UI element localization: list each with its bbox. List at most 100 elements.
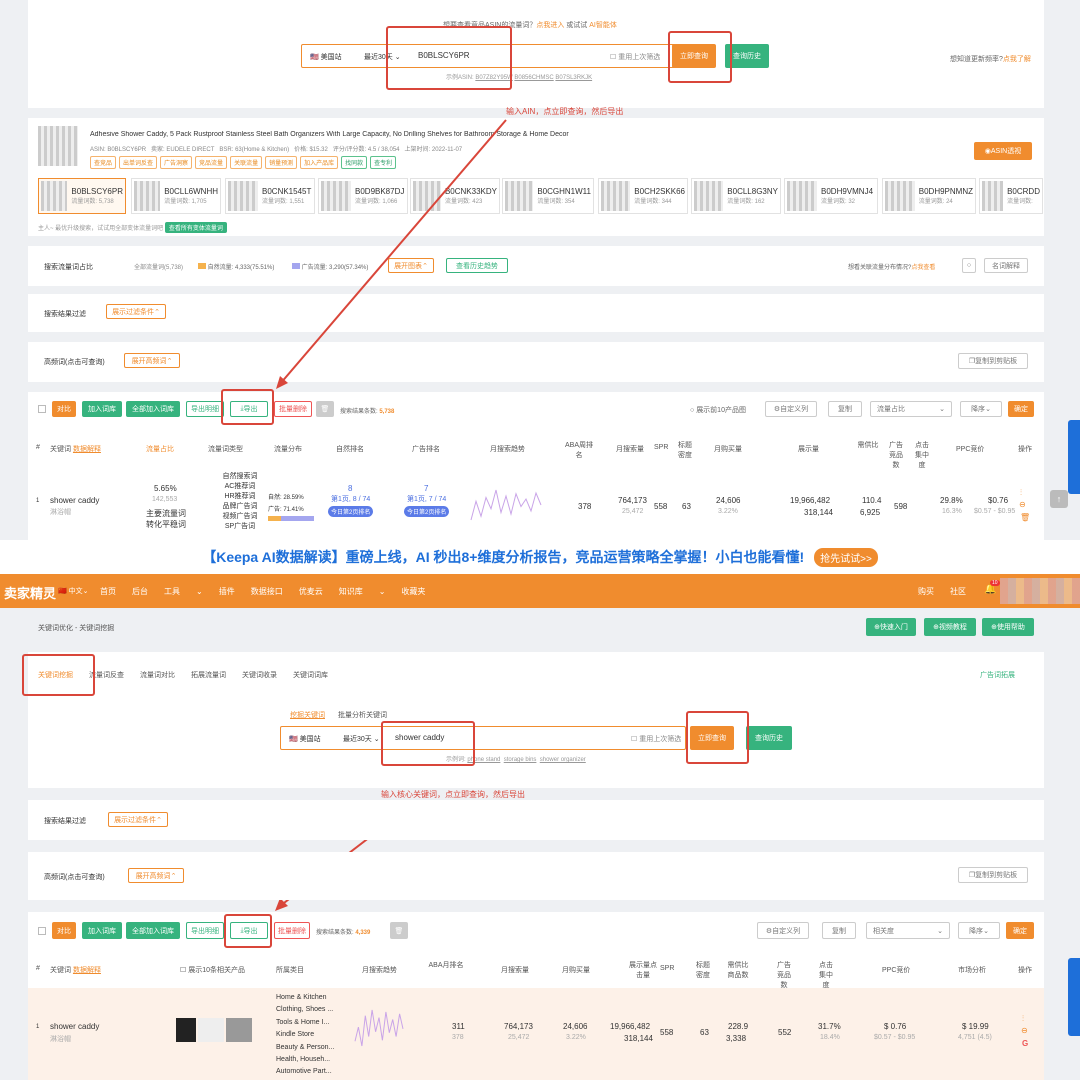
nav-item[interactable]: 插件	[219, 587, 235, 596]
trash-icon[interactable]: 🗑	[390, 922, 408, 939]
add-all-button[interactable]: 全部加入词库	[126, 922, 180, 939]
col-header: #	[36, 965, 40, 972]
copy-clipboard-button[interactable]: ❐ 复制到剪贴板	[958, 867, 1028, 883]
highlight-box	[686, 711, 749, 764]
quick-start-button[interactable]: ⊕ 快速入门	[866, 618, 916, 636]
back-to-top-icon[interactable]: ↑	[1050, 490, 1068, 508]
compare-button[interactable]: 对比	[52, 922, 76, 939]
example-link[interactable]: shower organizer	[540, 757, 586, 763]
nav-item[interactable]: 收藏夹	[401, 587, 425, 596]
banner-text: 【Keepa AI数据解读】重磅上线，AI 秒出8+维度分析报告，竞品运营策略全…	[202, 549, 805, 565]
nav-item[interactable]: 优麦云	[299, 587, 323, 596]
supply-ratio: 228.9	[728, 1022, 749, 1031]
result-table-2: 对比 加入词库 全部加入词库 导出明细 ⤓ 导出 批量删除 搜索结果条数: 4,…	[28, 912, 1044, 1080]
monthly-buy-sub: 3.22%	[566, 1034, 586, 1041]
highlight-box	[381, 721, 475, 766]
col-header: 关键词 数据解释	[50, 967, 101, 974]
title-density: 63	[700, 1028, 709, 1037]
side-chat-widget[interactable]	[1068, 420, 1080, 494]
col-header[interactable]: ☐ 展示10条相关产品	[180, 965, 245, 975]
nav-item[interactable]: 首页	[100, 587, 116, 596]
lang-select[interactable]: 🇨🇳 中文⌄	[58, 586, 89, 596]
select-all-checkbox[interactable]	[38, 927, 46, 935]
google-icon[interactable]: G	[1022, 1039, 1028, 1048]
result-count: 搜索结果条数: 4,339	[316, 930, 371, 936]
side-chat-widget[interactable]	[1068, 958, 1080, 1036]
annotation-text: 输入核心关键词，点立即查询，然后导出	[381, 790, 525, 799]
highlight-box	[224, 914, 272, 948]
notification-badge: 10	[990, 580, 1000, 586]
reuse-filter-checkbox[interactable]: ☐ 重用上次筛选	[631, 734, 681, 744]
market-price: $ 19.99	[962, 1022, 989, 1031]
period-select[interactable]: 最近30天 ⌄	[343, 734, 380, 744]
expand-freq-button[interactable]: 展开高频词 ⌃	[128, 868, 184, 883]
user-avatar[interactable]	[1000, 578, 1080, 604]
freq-card-2: 高频词(点击可查询) 展开高频词 ⌃ ❐ 复制到剪贴板	[28, 852, 1044, 900]
col-header: 展示量点击量	[629, 962, 657, 979]
nav-item[interactable]: 数据接口	[251, 587, 283, 596]
impressions: 19,966,482	[610, 1022, 651, 1031]
logo[interactable]: 卖家精灵	[4, 583, 56, 602]
video-tutorial-button[interactable]: ⊕ 视频教程	[924, 618, 976, 636]
tab[interactable]: 关键词词库	[293, 672, 328, 679]
ad-competitors: 552	[778, 1028, 792, 1037]
show-filter-button[interactable]: 展示过滤条件 ⌃	[108, 812, 168, 827]
col-header: 广告竞品数	[777, 962, 791, 989]
aba-rank-sub: 378	[452, 1034, 464, 1041]
add-wordbank-button[interactable]: 加入词库	[82, 922, 122, 939]
export-detail-button[interactable]: 导出明细	[186, 922, 224, 939]
custom-column-button[interactable]: ⚙ 自定义列	[757, 922, 809, 939]
chart-icon[interactable]: ⫶	[1022, 1014, 1024, 1024]
highlight-box	[22, 654, 95, 696]
col-header: 月购买量	[562, 967, 590, 974]
category-list: Home & Kitchen Clothing, Shoes ... Tools &…	[276, 994, 335, 1076]
keyword-search-bar: 🇺🇸 美国站 最近30天 ⌄ shower caddy ☐ 重用上次筛选	[280, 726, 686, 750]
help-button[interactable]: ⊕ 使用帮助	[982, 618, 1034, 636]
nav-item[interactable]: 知识库 ⌄	[339, 587, 386, 596]
clicks: 318,144	[624, 1034, 653, 1043]
col-header: 月搜索量	[501, 967, 529, 974]
nav-menu: 首页 后台 工具 ⌄ 插件 数据接口 优麦云 知识库 ⌄ 收藏夹	[100, 586, 441, 597]
mode-batch[interactable]: 批量分析关键词	[338, 710, 387, 720]
col-header: 点击集中度	[819, 962, 833, 989]
col-header: 所属类目	[276, 967, 304, 974]
site-select[interactable]: 🇺🇸 美国站	[289, 734, 321, 744]
copy-button[interactable]: 复制	[822, 922, 856, 939]
batch-delete-button[interactable]: 批量删除	[274, 922, 310, 939]
example-link[interactable]: storage bins	[504, 757, 537, 763]
confirm-button[interactable]: 确定	[1006, 922, 1034, 939]
nav-item[interactable]: 后台	[132, 587, 148, 596]
nav-item[interactable]: 工具 ⌄	[164, 587, 203, 596]
more-icon[interactable]: ⊖	[1021, 1026, 1028, 1035]
breadcrumb: 关键词优化 - 关键词挖掘	[38, 625, 115, 632]
tab[interactable]: 拓展流量词	[191, 672, 226, 679]
sort-select[interactable]: 相关度 ⌄	[866, 922, 950, 939]
filter-label: 搜索结果过滤	[44, 818, 86, 825]
col-header: ABA月排名	[428, 962, 464, 969]
related-products[interactable]	[176, 1018, 252, 1042]
keyword-search-card: 关键词挖掘 流量词反查 流量词对比 拓展流量词 关键词收录 关键词词库 广告词拓展 挖掘关…	[28, 652, 1044, 788]
product-count: 3,338	[726, 1034, 747, 1043]
monthly-search: 764,173	[504, 1022, 533, 1031]
monthly-search-sub: 25,472	[508, 1034, 530, 1041]
trend-sparkline[interactable]	[354, 1008, 404, 1048]
tab[interactable]: 流量词对比	[140, 672, 175, 679]
tab[interactable]: 关键词收录	[242, 672, 277, 679]
col-header: SPR	[660, 965, 675, 972]
ppc-bid: $ 0.76	[884, 1022, 907, 1031]
aba-rank: 311	[452, 1022, 465, 1031]
ad-keyword-link[interactable]: 广告词拓展	[980, 670, 1015, 680]
top-nav: 卖家精灵 🇨🇳 中文⌄ 首页 后台 工具 ⌄ 插件 数据接口 优麦云 知识库 ⌄ 收藏夹 购买 社…	[0, 574, 1080, 608]
col-header: 月搜索趋势	[362, 967, 397, 974]
mode-mining[interactable]: 挖掘关键词	[290, 710, 325, 720]
nav-community[interactable]: 社区	[950, 586, 966, 597]
col-header: 操作	[1018, 967, 1032, 974]
promo-banner[interactable]: 【Keepa AI数据解读】重磅上线，AI 秒出8+维度分析报告，竞品运营策略全…	[0, 540, 1080, 574]
table-row: 1 shower caddy 淋浴帽 Home & Kitchen Clothin…	[28, 988, 1044, 1080]
history-button[interactable]: 查询历史	[746, 726, 792, 750]
col-header: PPC竞价	[882, 967, 911, 974]
order-select[interactable]: 降序 ⌄	[958, 922, 1000, 939]
banner-try-button[interactable]: 抢先试试>>	[814, 547, 878, 567]
keyword[interactable]: shower caddy	[50, 1022, 99, 1031]
nav-buy[interactable]: 购买	[918, 586, 934, 597]
